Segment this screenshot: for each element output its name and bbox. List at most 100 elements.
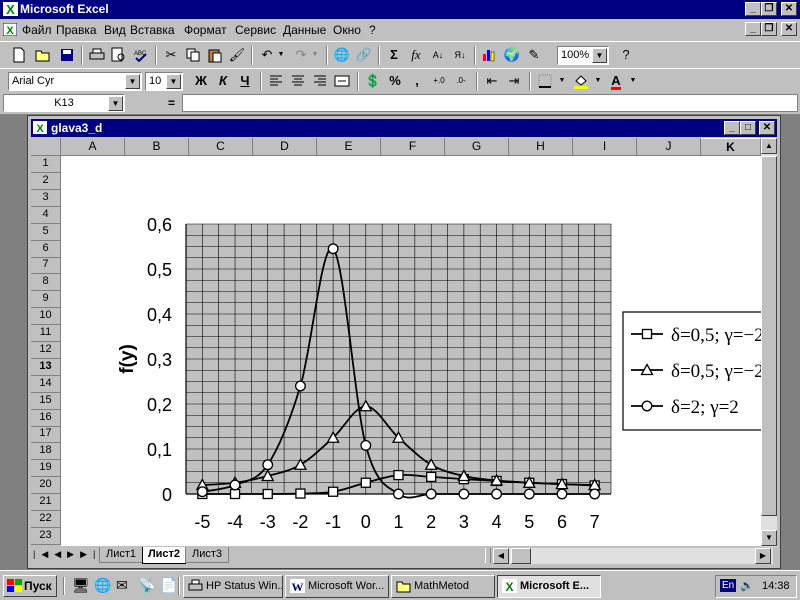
row-header-9[interactable]: 9 xyxy=(31,291,61,309)
task-excel-active[interactable]: X Microsoft E... xyxy=(497,575,601,598)
tab-sheet1[interactable]: Лист1 xyxy=(99,547,143,563)
align-left-icon[interactable] xyxy=(265,71,287,92)
name-box[interactable]: K13 ▼ xyxy=(3,94,125,112)
redo-icon[interactable]: ↷ xyxy=(290,45,312,66)
menu-file[interactable]: Файл xyxy=(22,23,52,37)
scroll-down-button[interactable]: ▼ xyxy=(761,530,777,546)
percent-button[interactable]: % xyxy=(384,71,406,92)
new-icon[interactable] xyxy=(8,45,30,66)
menu-insert[interactable]: Вставка xyxy=(130,23,175,37)
borders-icon[interactable] xyxy=(534,71,556,92)
italic-button[interactable]: К xyxy=(212,71,234,92)
column-header-a[interactable]: A xyxy=(61,138,125,156)
scroll-left-button[interactable]: ◀ xyxy=(493,548,509,564)
menu-tools[interactable]: Сервис xyxy=(235,23,276,37)
task-word[interactable]: W Microsoft Wor... xyxy=(285,575,389,598)
redo-dropdown-icon[interactable]: ▼ xyxy=(310,45,320,66)
increase-indent-icon[interactable]: ⇥ xyxy=(503,71,525,92)
menu-help[interactable]: ? xyxy=(369,23,376,37)
speaker-icon[interactable]: 🔊 xyxy=(740,579,754,592)
autosum-icon[interactable]: Σ xyxy=(383,45,405,66)
equals-button[interactable]: = xyxy=(168,96,175,110)
row-header-13[interactable]: 13 xyxy=(31,358,61,376)
column-header-k[interactable]: K xyxy=(701,138,761,156)
print-icon[interactable] xyxy=(86,45,108,66)
column-header-j[interactable]: J xyxy=(637,138,701,156)
spelling-icon[interactable]: ABC xyxy=(130,45,152,66)
chevron-down-icon[interactable]: ▼ xyxy=(592,48,607,63)
tab-scroll-buttons[interactable]: |◀◀▶▶| xyxy=(33,549,101,560)
scroll-up-button[interactable]: ▲ xyxy=(761,138,777,154)
menu-window[interactable]: Окно xyxy=(333,23,361,37)
scroll-thumb[interactable] xyxy=(761,156,777,516)
start-button[interactable]: Пуск xyxy=(3,575,57,597)
row-header-23[interactable]: 23 xyxy=(31,527,61,545)
row-header-14[interactable]: 14 xyxy=(31,375,61,393)
font-color-dropdown-icon[interactable]: ▼ xyxy=(628,71,638,92)
underline-button[interactable]: Ч xyxy=(234,71,256,92)
web-toolbar-icon[interactable]: 🌐 xyxy=(331,45,353,66)
menu-view[interactable]: Вид xyxy=(104,23,126,37)
hyperlink-icon[interactable]: 🔗 xyxy=(353,45,375,66)
tab-sheet3[interactable]: Лист3 xyxy=(185,547,229,563)
quicklaunch-desktop-icon[interactable]: 🖥 xyxy=(72,577,90,594)
column-header-g[interactable]: G xyxy=(445,138,509,156)
row-header-18[interactable]: 18 xyxy=(31,443,61,461)
comma-button[interactable]: , xyxy=(406,71,428,92)
row-header-4[interactable]: 4 xyxy=(31,206,61,224)
fill-color-icon[interactable] xyxy=(570,71,592,92)
row-header-11[interactable]: 11 xyxy=(31,325,61,342)
font-select[interactable]: Arial Cyr ▼ xyxy=(8,72,142,91)
task-mathmetod[interactable]: MathMetod xyxy=(391,575,495,598)
sort-descending-icon[interactable]: Я↓ xyxy=(449,45,471,66)
close-button[interactable]: ✕ xyxy=(781,2,797,16)
office-assistant-icon[interactable]: ? xyxy=(615,45,637,66)
map-icon[interactable]: 🌍 xyxy=(501,45,523,66)
chart-wizard-icon[interactable] xyxy=(479,45,501,66)
borders-dropdown-icon[interactable]: ▼ xyxy=(557,71,567,92)
copy-icon[interactable] xyxy=(182,45,204,66)
menu-edit[interactable]: Правка xyxy=(56,23,97,37)
hscroll-thumb[interactable] xyxy=(511,548,531,564)
row-header-10[interactable]: 10 xyxy=(31,308,61,326)
decrease-decimal-icon[interactable]: .0- xyxy=(450,71,472,92)
currency-icon[interactable]: 💲 xyxy=(362,71,384,92)
quicklaunch-ie-icon[interactable]: 🌐 xyxy=(94,577,111,594)
formula-input[interactable] xyxy=(182,94,798,112)
column-header-d[interactable]: D xyxy=(253,138,317,156)
minimize-button[interactable]: _ xyxy=(745,2,761,16)
row-header-6[interactable]: 6 xyxy=(31,240,61,258)
chevron-down-icon[interactable]: ▼ xyxy=(125,74,140,89)
doc-minimize-button[interactable]: _ xyxy=(745,22,761,36)
embedded-chart[interactable]: 0 0,1 0,2 0,3 0,4 0,5 0,6 -5 -4 -3 -2 -1 0 1 2 3 4 5 6 7 f(… xyxy=(61,156,761,546)
vertical-scrollbar[interactable]: ▲ ▼ xyxy=(761,138,777,548)
open-icon[interactable] xyxy=(32,45,54,66)
scroll-right-button[interactable]: ▶ xyxy=(755,548,771,564)
align-center-icon[interactable] xyxy=(287,71,309,92)
zoom-select[interactable]: 100% ▼ xyxy=(557,46,609,65)
row-header-3[interactable]: 3 xyxy=(31,189,61,207)
font-size-select[interactable]: 10 ▼ xyxy=(145,72,183,91)
align-right-icon[interactable] xyxy=(309,71,331,92)
row-header-21[interactable]: 21 xyxy=(31,494,61,511)
cut-icon[interactable]: ✂ xyxy=(160,45,182,66)
row-header-7[interactable]: 7 xyxy=(31,257,61,275)
drawing-icon[interactable]: ✎ xyxy=(523,45,545,66)
chart-legend[interactable]: δ=0,5; γ=−2 δ=0,5; γ=−2 δ=2; γ=2 xyxy=(622,311,761,431)
chevron-down-icon[interactable]: ▼ xyxy=(166,74,181,89)
row-header-22[interactable]: 22 xyxy=(31,510,61,528)
column-header-c[interactable]: C xyxy=(189,138,253,156)
column-header-i[interactable]: I xyxy=(573,138,637,156)
quicklaunch-outlook-icon[interactable]: ✉ xyxy=(116,577,128,594)
merge-center-icon[interactable] xyxy=(331,71,353,92)
workbook-icon[interactable]: X xyxy=(33,121,47,134)
wb-minimize-button[interactable]: _ xyxy=(724,121,740,135)
decrease-indent-icon[interactable]: ⇤ xyxy=(481,71,503,92)
column-header-b[interactable]: B xyxy=(125,138,189,156)
format-painter-icon[interactable]: 🖌 xyxy=(226,45,248,66)
undo-icon[interactable]: ↶ xyxy=(256,45,278,66)
quicklaunch-word-icon[interactable]: 📄 xyxy=(160,577,177,594)
font-color-icon[interactable]: A xyxy=(605,71,627,92)
horizontal-scrollbar[interactable]: ◀ ▶ xyxy=(493,548,773,564)
workbook-icon[interactable]: X xyxy=(3,23,17,36)
